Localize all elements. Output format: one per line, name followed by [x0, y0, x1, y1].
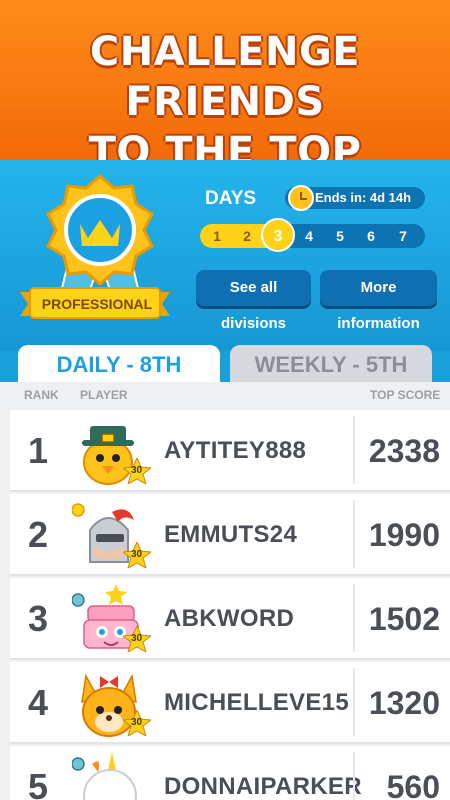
division-name: PROFESSIONAL [41, 296, 153, 312]
table-row[interactable]: 4 30 MICHELLEVE15 1320 [10, 662, 450, 744]
player-level: 30 [131, 465, 143, 476]
clock-icon [288, 185, 314, 211]
player-level: 30 [131, 549, 143, 560]
day-progress-bar: 1 2 3 4 5 6 7 [200, 218, 425, 252]
day-6: 6 [367, 228, 375, 244]
banner-title-line1: CHALLENGE FRIENDS [89, 29, 361, 125]
player-name: AYTITEY888 [164, 437, 307, 464]
row-rank: 3 [28, 598, 49, 639]
day-1: 1 [213, 228, 221, 244]
player-name: EMMUTS24 [164, 521, 298, 548]
table-row[interactable]: 2 30 EMMUTS24 1990 [10, 494, 450, 576]
table-row[interactable]: 1 30 AYTITEY888 2338 [10, 410, 450, 492]
leaderboard-table: RANK PLAYER TOP SCORE 1 30 AYTITEY888 23… [0, 382, 450, 800]
tab-daily[interactable]: DAILY - 8TH [18, 345, 220, 383]
days-label: DAYS [205, 188, 257, 209]
day-4: 4 [305, 228, 313, 244]
more-information-button[interactable]: More information [320, 270, 437, 332]
column-header-score: TOP SCORE [370, 388, 441, 402]
player-score: 560 [386, 769, 440, 800]
player-score: 2338 [368, 433, 440, 469]
division-panel: PROFESSIONAL DAYS Ends in: 4d 14h 1 2 3 … [0, 160, 450, 350]
promo-banner: CHALLENGE FRIENDS TO THE TOP [0, 0, 450, 175]
day-2: 2 [243, 228, 251, 244]
day-7: 7 [399, 228, 407, 244]
row-rank: 4 [28, 682, 49, 723]
player-score: 1990 [368, 517, 440, 553]
row-rank: 1 [28, 430, 49, 471]
day-5: 5 [336, 228, 344, 244]
player-name: DONNAIPARKER [164, 773, 362, 800]
table-row[interactable]: 5 DONNAIPARKER 560 [10, 746, 450, 800]
column-header-rank: RANK [24, 388, 59, 402]
see-all-divisions-button[interactable]: See all divisions [196, 270, 311, 332]
player-level: 30 [131, 717, 143, 728]
day-3-current: 3 [261, 218, 295, 252]
player-score: 1320 [368, 685, 440, 721]
column-header-player: PLAYER [80, 388, 128, 402]
player-score: 1502 [368, 601, 440, 637]
row-rank: 2 [28, 514, 49, 555]
table-row[interactable]: 3 30 ABKWORD 1502 [10, 578, 450, 660]
row-rank: 5 [28, 766, 49, 800]
tab-weekly[interactable]: WEEKLY - 5TH [230, 345, 432, 383]
player-name: MICHELLEVE15 [164, 689, 349, 716]
player-level: 30 [131, 633, 143, 644]
player-name: ABKWORD [164, 605, 295, 632]
unicorn-avatar-icon [72, 752, 137, 800]
